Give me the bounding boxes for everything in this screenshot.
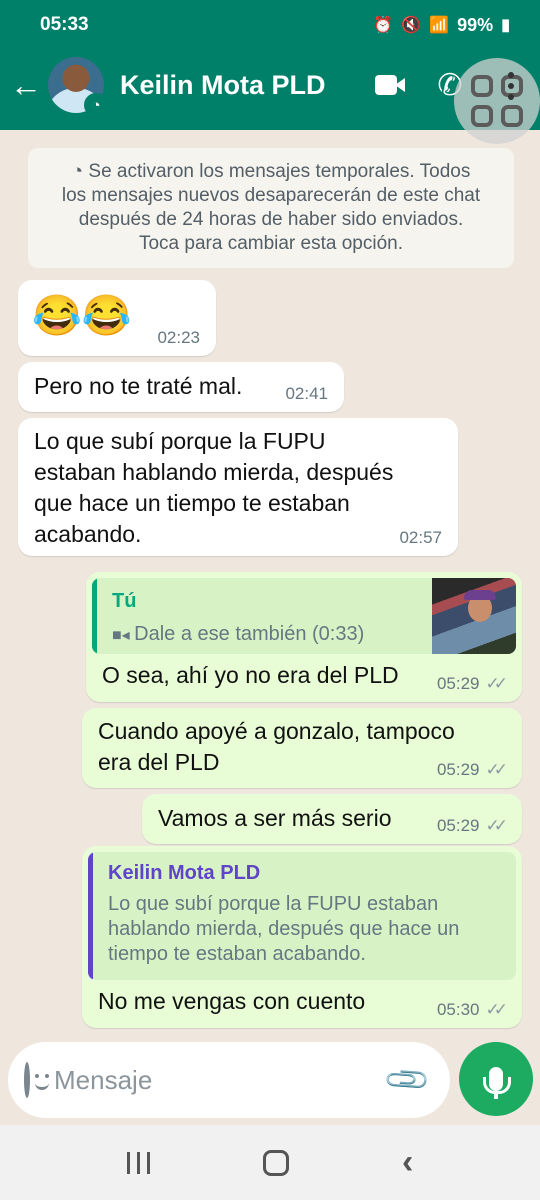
message-text: 😂😂	[32, 294, 132, 338]
quoted-line: Lo que subí porque la FUPU estaban	[108, 893, 439, 915]
message-line: Cuando apoyé a gonzalo, tampoco	[98, 718, 455, 744]
message-bubble[interactable]: Keilin Mota PLD Lo que subí porque la FU…	[82, 846, 522, 1028]
chat-area[interactable]: ◔ Se activaron los mensajes temporales. …	[0, 130, 540, 1040]
attach-icon[interactable]: 📎	[382, 1054, 433, 1105]
avatar[interactable]: ◔	[48, 57, 108, 117]
double-check-icon: ✓✓	[485, 816, 508, 835]
message-bubble[interactable]: Tú ■◂ Dale a ese también (0:33) O sea, a…	[86, 572, 522, 702]
message-time: 02:41	[285, 384, 328, 403]
quoted-line: hablando mierda, después que hace un	[108, 918, 460, 940]
emoji-icon[interactable]	[24, 1062, 49, 1098]
double-check-icon: ✓✓	[485, 674, 508, 693]
message-text: O sea, ahí yo no era del PLD	[102, 662, 399, 688]
nav-back-icon[interactable]: ‹	[402, 1143, 413, 1182]
status-bar: 05:33 ⏰ 🔇 📶 99% ▮	[40, 12, 510, 38]
recent-apps-icon[interactable]	[126, 1151, 150, 1174]
disappearing-messages-notice[interactable]: ◔ Se activaron los mensajes temporales. …	[28, 148, 514, 268]
message-time: 05:29 ✓✓	[436, 674, 508, 693]
top-bar: 05:33 ⏰ 🔇 📶 99% ▮ ← ◔ Keilin Mota PLD ✆	[0, 0, 540, 144]
message-text: Pero no te traté mal.	[34, 373, 243, 399]
message-text: No me vengas con cuento	[98, 988, 366, 1014]
mic-icon	[483, 1067, 511, 1099]
more-options-icon[interactable]	[508, 72, 514, 100]
video-call-icon	[375, 75, 405, 95]
message-line: que hace un tiempo te estaban	[34, 490, 350, 516]
quoted-author: Keilin Mota PLD	[108, 862, 261, 884]
message-line: acabando.	[34, 521, 142, 547]
message-bubble[interactable]: 😂😂 02:23	[18, 280, 216, 356]
battery-icon: ▮	[501, 17, 510, 34]
video-icon: ■◂	[112, 627, 135, 644]
message-time: 05:30 ✓✓	[436, 1000, 508, 1019]
status-icons: ⏰ 🔇 📶 99% ▮	[373, 15, 510, 36]
quoted-text: ■◂ Dale a ese también (0:33)	[112, 623, 365, 645]
alarm-icon: ⏰	[373, 17, 394, 34]
message-bubble[interactable]: Cuando apoyé a gonzalo, tampoco era del …	[82, 708, 522, 788]
contact-name[interactable]: Keilin Mota PLD	[120, 70, 360, 101]
message-line: era del PLD	[98, 749, 220, 775]
quoted-line: tiempo te estaban acabando.	[108, 943, 366, 965]
message-time: 02:23	[157, 328, 200, 347]
timer-icon: ◔	[84, 93, 108, 117]
timer-icon: ◔	[71, 161, 89, 182]
status-time: 05:33	[40, 14, 89, 35]
message-bubble[interactable]: Pero no te traté mal. 02:41	[18, 362, 344, 412]
video-thumbnail	[432, 578, 516, 654]
double-check-icon: ✓✓	[485, 760, 508, 779]
mute-icon: 🔇	[401, 17, 422, 34]
message-bubble[interactable]: Vamos a ser más serio 05:29 ✓✓	[142, 794, 522, 844]
mic-button[interactable]	[459, 1042, 533, 1116]
message-input[interactable]	[54, 1064, 389, 1096]
message-line: Lo que subí porque la FUPU	[34, 428, 326, 454]
quoted-message[interactable]: Tú ■◂ Dale a ese también (0:33)	[92, 578, 516, 654]
double-check-icon: ✓✓	[485, 1000, 508, 1019]
message-time: 05:29 ✓✓	[436, 816, 508, 835]
message-time: 02:57	[399, 528, 442, 547]
quoted-message[interactable]: Keilin Mota PLD Lo que subí porque la FU…	[88, 852, 516, 980]
message-composer: 📎	[8, 1042, 481, 1118]
message-time: 05:29 ✓✓	[436, 760, 508, 779]
battery-level: 99%	[457, 14, 494, 35]
system-nav-bar: ‹	[0, 1125, 540, 1200]
home-icon[interactable]	[262, 1149, 289, 1176]
message-line: estaban hablando mierda, después	[34, 459, 394, 485]
message-text: Vamos a ser más serio	[158, 805, 392, 831]
video-call-button[interactable]	[360, 55, 420, 115]
back-arrow-icon[interactable]: ←	[2, 69, 50, 101]
quoted-author: Tú	[112, 590, 137, 612]
message-bubble[interactable]: Lo que subí porque la FUPU estaban habla…	[18, 418, 458, 556]
wifi-icon: 📶	[429, 17, 450, 34]
